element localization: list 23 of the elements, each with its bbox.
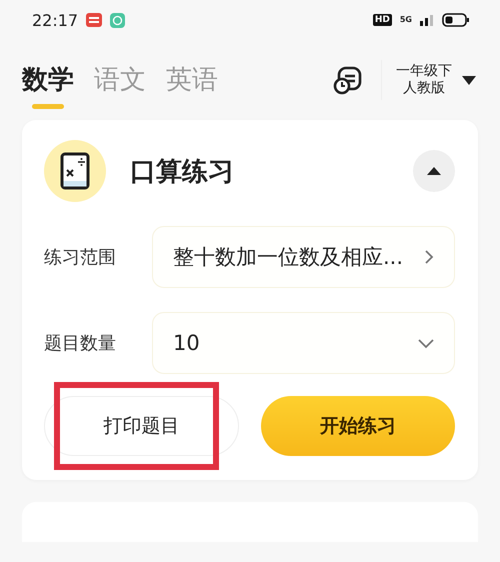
collapse-caret-icon (427, 167, 441, 175)
range-selector[interactable]: 整十数加一位数及相应... (152, 226, 455, 288)
app-icon (110, 12, 126, 28)
field-label: 练习范围 (44, 246, 117, 269)
signal-icon (420, 14, 434, 26)
grade-selector[interactable]: 一年级下 人教版 (381, 60, 476, 100)
network-label: 5G (400, 16, 412, 24)
dropdown-caret-icon (462, 76, 476, 84)
field-label: 题目数量 (44, 332, 117, 355)
collapse-button[interactable] (413, 150, 455, 192)
status-time: 22:17 (32, 10, 78, 30)
start-button[interactable]: 开始练习 (260, 396, 455, 456)
battery-icon (442, 13, 470, 27)
calculator-icon (60, 152, 90, 190)
print-button[interactable]: 打印题目 (44, 396, 238, 456)
count-dropdown[interactable]: 10 (152, 312, 455, 374)
card-title: 口算练习 (130, 156, 235, 188)
hd-indicator: HD (372, 14, 392, 26)
chevron-down-icon (418, 338, 434, 348)
history-icon[interactable] (333, 65, 363, 95)
subject-tab[interactable]: 数学 (22, 50, 74, 110)
news-app-icon (86, 13, 102, 27)
chevron-right-icon (424, 250, 434, 264)
